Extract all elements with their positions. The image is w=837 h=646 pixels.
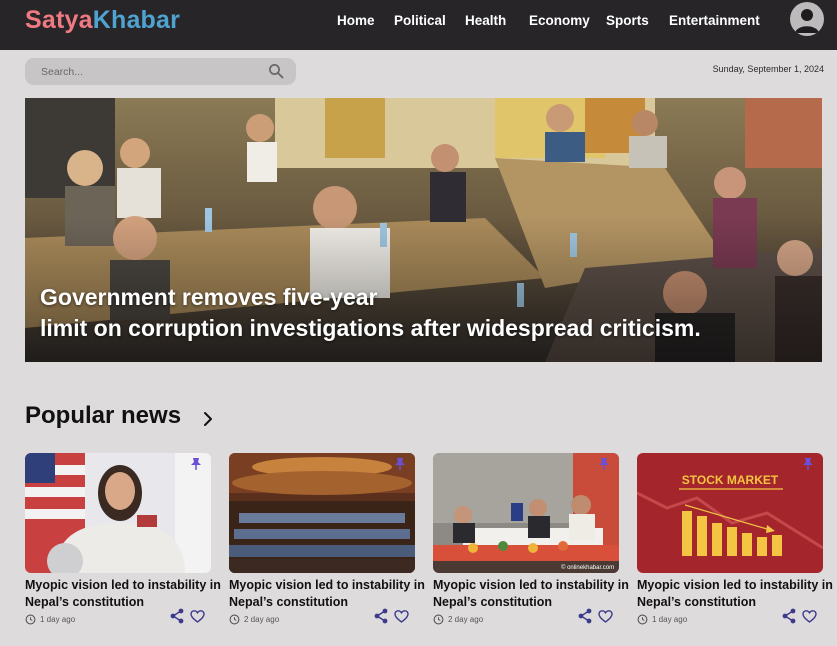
nav-item-home[interactable]: Home	[337, 13, 375, 28]
current-date: Sunday, September 1, 2024	[712, 64, 824, 74]
chevron-right-icon[interactable]	[200, 409, 216, 429]
thumbnail-watermark: © onlinekhabar.com	[561, 564, 614, 571]
news-meta: 1 day ago	[637, 612, 687, 626]
news-meta: 2 day ago	[229, 612, 279, 626]
logo-part-1: Satya	[25, 6, 93, 34]
clock-icon	[25, 614, 36, 624]
pin-icon[interactable]	[393, 457, 407, 471]
hero-article[interactable]: Government removes five-year limit on co…	[25, 98, 822, 362]
clock-icon	[637, 614, 648, 624]
news-title[interactable]: Myopic vision led to instability in Nepa…	[229, 577, 429, 611]
nav-item-sports[interactable]: Sports	[606, 13, 649, 28]
search-input[interactable]	[41, 63, 261, 80]
search-icon[interactable]	[268, 63, 284, 79]
share-icon[interactable]	[374, 608, 388, 624]
news-thumbnail	[229, 453, 415, 573]
news-meta: 2 day ago	[433, 612, 483, 626]
news-thumbnail: © onlinekhabar.com	[433, 453, 619, 573]
clock-icon	[229, 614, 240, 624]
pin-icon[interactable]	[189, 457, 203, 471]
site-logo[interactable]: SatyaKhabar	[25, 6, 180, 35]
news-card[interactable]: Myopic vision led to instability in Nepa…	[25, 453, 221, 627]
thumbnail-label: STOCK MARKET	[682, 473, 779, 487]
nav-item-political[interactable]: Political	[394, 13, 446, 28]
hero-headline-line-1: Government removes five-year	[40, 284, 378, 310]
section-title-popular: Popular news	[25, 402, 182, 429]
top-navbar: SatyaKhabar Home Political Health Econom…	[0, 0, 837, 50]
heart-icon[interactable]	[598, 610, 613, 623]
logo-part-2: Khabar	[92, 6, 181, 34]
news-time: 1 day ago	[40, 614, 76, 624]
news-title[interactable]: Myopic vision led to instability in Nepa…	[637, 577, 837, 611]
pin-icon[interactable]	[801, 457, 815, 471]
hero-headline[interactable]: Government removes five-year limit on co…	[40, 282, 800, 344]
news-time: 2 day ago	[448, 614, 484, 624]
news-thumbnail	[25, 453, 211, 573]
heart-icon[interactable]	[802, 610, 817, 623]
share-icon[interactable]	[578, 608, 592, 624]
news-thumbnail: STOCK MARKET	[637, 453, 823, 573]
heart-icon[interactable]	[394, 610, 409, 623]
share-icon[interactable]	[170, 608, 184, 624]
nav-item-health[interactable]: Health	[465, 13, 506, 28]
news-title[interactable]: Myopic vision led to instability in Nepa…	[433, 577, 633, 611]
pin-icon[interactable]	[597, 457, 611, 471]
nav-item-economy[interactable]: Economy	[529, 13, 590, 28]
share-icon[interactable]	[782, 608, 796, 624]
news-card[interactable]: STOCK MARKET Myopic vision led to instab…	[637, 453, 833, 627]
heart-icon[interactable]	[190, 610, 205, 623]
user-avatar-icon[interactable]	[790, 2, 824, 36]
news-card[interactable]: Myopic vision led to instability in Nepa…	[229, 453, 425, 627]
nav-item-entertainment[interactable]: Entertainment	[669, 13, 760, 28]
search-bar	[25, 58, 296, 85]
news-meta: 1 day ago	[25, 612, 75, 626]
news-time: 2 day ago	[244, 614, 280, 624]
clock-icon	[433, 614, 444, 624]
news-time: 1 day ago	[652, 614, 688, 624]
news-card[interactable]: © onlinekhabar.com Myopic vision led to …	[433, 453, 629, 627]
news-title[interactable]: Myopic vision led to instability in Nepa…	[25, 577, 225, 611]
hero-headline-line-2: limit on corruption investigations after…	[40, 315, 701, 341]
